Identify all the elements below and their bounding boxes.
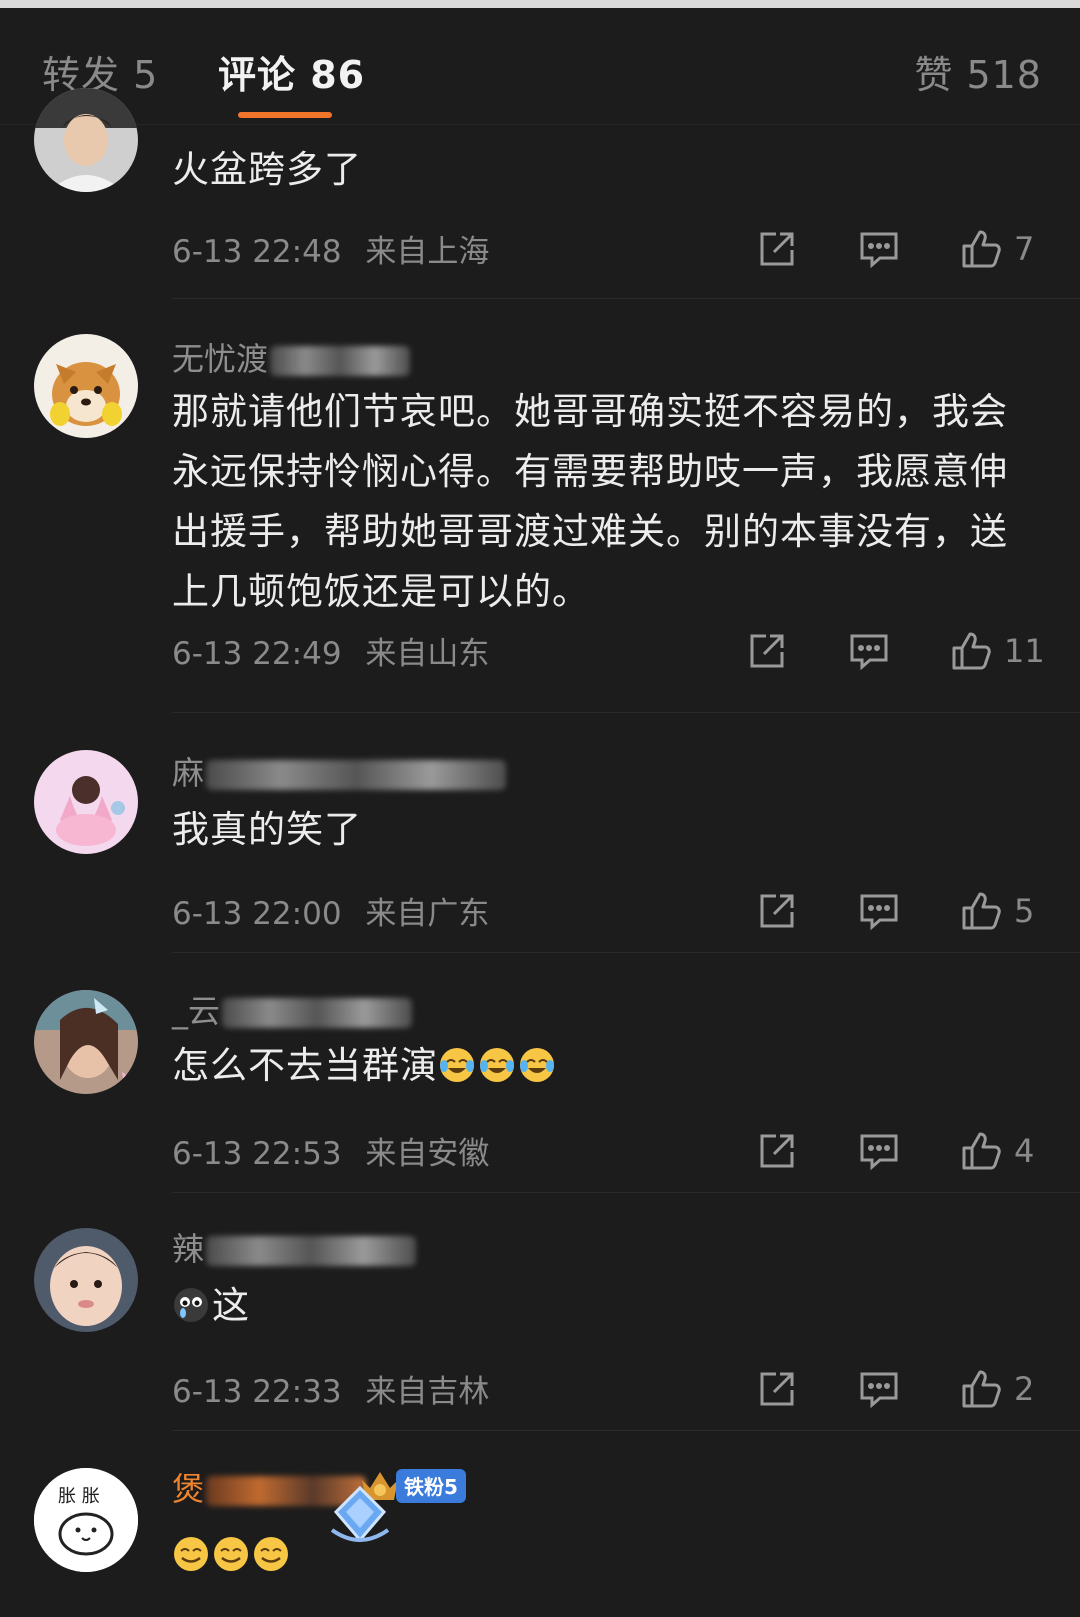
reply-icon[interactable] bbox=[858, 228, 900, 272]
comment-location: 来自上海 bbox=[365, 234, 490, 270]
laugh-cry-emoji-icon bbox=[438, 1046, 476, 1084]
comment-tabs: 转发 5 评论 86 赞 518 bbox=[0, 8, 1080, 125]
avatar[interactable]: 胀 胀 bbox=[34, 1468, 138, 1572]
share-icon[interactable] bbox=[756, 1368, 798, 1412]
tab-likes[interactable]: 赞 518 bbox=[914, 44, 1042, 99]
comment-time: 6-13 22:48 bbox=[172, 234, 342, 270]
reply-icon[interactable] bbox=[858, 1368, 900, 1412]
comment-text: 我真的笑了 bbox=[172, 808, 362, 851]
like-count: 7 bbox=[1014, 230, 1035, 268]
diamond-sticker-icon bbox=[330, 1485, 390, 1543]
grin-emoji-icon bbox=[172, 1535, 210, 1573]
comment-meta: 6-13 22:33 来自吉林 bbox=[172, 1366, 489, 1411]
crying-face-emoji-icon bbox=[172, 1286, 210, 1324]
reply-icon[interactable] bbox=[848, 630, 890, 674]
grin-emoji-icon bbox=[212, 1535, 250, 1573]
avatar[interactable] bbox=[34, 334, 138, 438]
share-icon[interactable] bbox=[746, 630, 788, 674]
comment-meta: 6-13 22:49 来自山东 bbox=[172, 628, 489, 673]
avatar[interactable] bbox=[34, 990, 138, 1094]
comment-meta: 6-13 22:53 来自安徽 bbox=[172, 1128, 489, 1173]
laugh-cry-emoji-icon bbox=[478, 1046, 516, 1084]
active-tab-indicator bbox=[238, 112, 332, 118]
comment-text: 这 bbox=[172, 1276, 1042, 1336]
like-icon[interactable] bbox=[960, 890, 1002, 934]
divider bbox=[172, 1192, 1080, 1193]
comment-time: 6-13 22:53 bbox=[172, 1136, 342, 1172]
like-count: 5 bbox=[1014, 892, 1035, 930]
share-icon[interactable] bbox=[756, 890, 798, 934]
like-count: 2 bbox=[1014, 1370, 1035, 1408]
like-icon[interactable] bbox=[950, 630, 992, 674]
comment-actions: 2 bbox=[756, 1368, 1046, 1412]
redacted-name bbox=[206, 1236, 417, 1266]
tab-comments[interactable]: 评论 86 bbox=[218, 44, 365, 99]
comment-meta: 6-13 22:00 来自广东 bbox=[172, 888, 489, 933]
comment-username[interactable]: 无忧渡 bbox=[172, 334, 411, 380]
redacted-name bbox=[222, 998, 413, 1028]
fan-badge-label: 铁粉5 bbox=[396, 1469, 466, 1503]
like-icon[interactable] bbox=[960, 1368, 1002, 1412]
comment-location: 来自安徽 bbox=[365, 1136, 490, 1172]
reply-icon[interactable] bbox=[858, 1130, 900, 1174]
comment-text: 火盆跨多了 bbox=[172, 148, 362, 191]
comment-text: 那就请他们节哀吧。她哥哥确实挺不容易的，我会永远保持怜悯心得。有需要帮助吱一声，… bbox=[172, 390, 1008, 613]
comment-actions: 11 bbox=[746, 630, 1046, 674]
divider bbox=[172, 1430, 1080, 1431]
avatar-caption: 胀 胀 bbox=[58, 1486, 100, 1507]
comment-text bbox=[172, 1525, 1042, 1585]
comment-username[interactable]: _云 bbox=[172, 986, 413, 1032]
avatar[interactable] bbox=[34, 1228, 138, 1332]
comment-time: 6-13 22:00 bbox=[172, 896, 342, 932]
reply-icon[interactable] bbox=[858, 890, 900, 934]
divider bbox=[172, 298, 1080, 299]
top-edge bbox=[0, 0, 1080, 8]
laugh-cry-emoji-icon bbox=[518, 1046, 556, 1084]
comment-actions: 5 bbox=[756, 890, 1046, 934]
avatar[interactable] bbox=[34, 750, 138, 854]
comment-location: 来自山东 bbox=[365, 636, 490, 672]
share-icon[interactable] bbox=[756, 1130, 798, 1174]
like-icon[interactable] bbox=[960, 228, 1002, 272]
comment-text: 怎么不去当群演 bbox=[172, 1036, 1042, 1096]
divider bbox=[172, 952, 1080, 953]
like-count: 11 bbox=[1004, 632, 1045, 670]
like-count: 4 bbox=[1014, 1132, 1035, 1170]
comment-time: 6-13 22:49 bbox=[172, 636, 342, 672]
redacted-name bbox=[206, 760, 507, 790]
comment-time: 6-13 22:33 bbox=[172, 1374, 342, 1410]
comment-actions: 4 bbox=[756, 1130, 1046, 1174]
comment-location: 来自广东 bbox=[365, 896, 490, 932]
like-icon[interactable] bbox=[960, 1130, 1002, 1174]
comment-meta: 6-13 22:48 来自上海 bbox=[172, 226, 489, 271]
comment-username[interactable]: 麻 bbox=[172, 748, 507, 794]
divider bbox=[172, 712, 1080, 713]
comment-actions: 7 bbox=[756, 228, 1046, 272]
comment-location: 来自吉林 bbox=[365, 1374, 490, 1410]
avatar[interactable] bbox=[34, 88, 138, 192]
redacted-name bbox=[270, 346, 411, 376]
grin-emoji-icon bbox=[252, 1535, 290, 1573]
share-icon[interactable] bbox=[756, 228, 798, 272]
comment-username[interactable]: 辣 bbox=[172, 1224, 417, 1270]
